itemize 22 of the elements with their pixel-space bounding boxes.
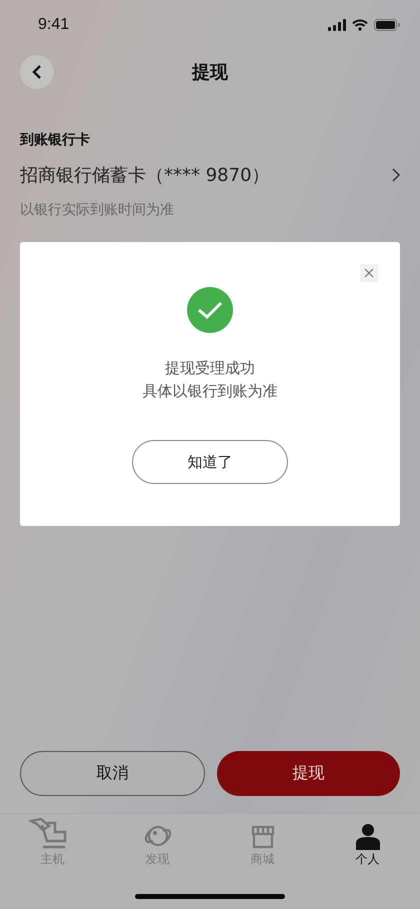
dialog-message: 具体以银行到账为准: [142, 381, 278, 402]
back-icon: [32, 64, 42, 80]
close-button[interactable]: [360, 264, 378, 282]
acknowledge-button[interactable]: 知道了: [132, 440, 288, 484]
success-check-icon: [187, 287, 233, 333]
page-title: 提现: [192, 62, 228, 83]
close-icon: [364, 268, 374, 278]
battery-icon: [374, 19, 400, 31]
tab-item[interactable]: 个人: [354, 821, 380, 868]
withdraw-button[interactable]: 提现: [217, 751, 400, 796]
status-time: 9:41: [38, 16, 70, 34]
arrival-note: 以银行实际到账时间为准: [20, 201, 175, 219]
dialog-message: 提现受理成功: [165, 358, 255, 379]
chevron-right-icon: [392, 168, 400, 182]
back-button[interactable]: [20, 55, 54, 89]
wifi-icon: [352, 19, 368, 31]
signal-icon: [328, 19, 346, 31]
section-label: 到账银行卡: [20, 131, 91, 149]
person-icon: [354, 823, 380, 851]
bank-card-selector[interactable]: 招商银行储蓄卡（**** 9870）: [20, 163, 400, 187]
bank-card-name: 招商银行储蓄卡（**** 9870）: [20, 164, 270, 187]
cancel-button[interactable]: 取消: [20, 751, 205, 796]
